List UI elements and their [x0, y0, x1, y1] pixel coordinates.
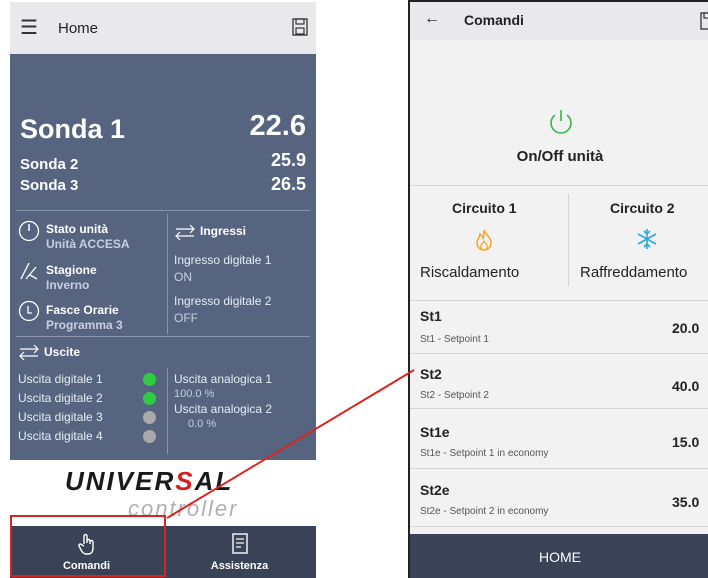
callout-line [166, 369, 415, 519]
highlight-box [10, 515, 166, 577]
callout-overlay [10, 369, 415, 577]
